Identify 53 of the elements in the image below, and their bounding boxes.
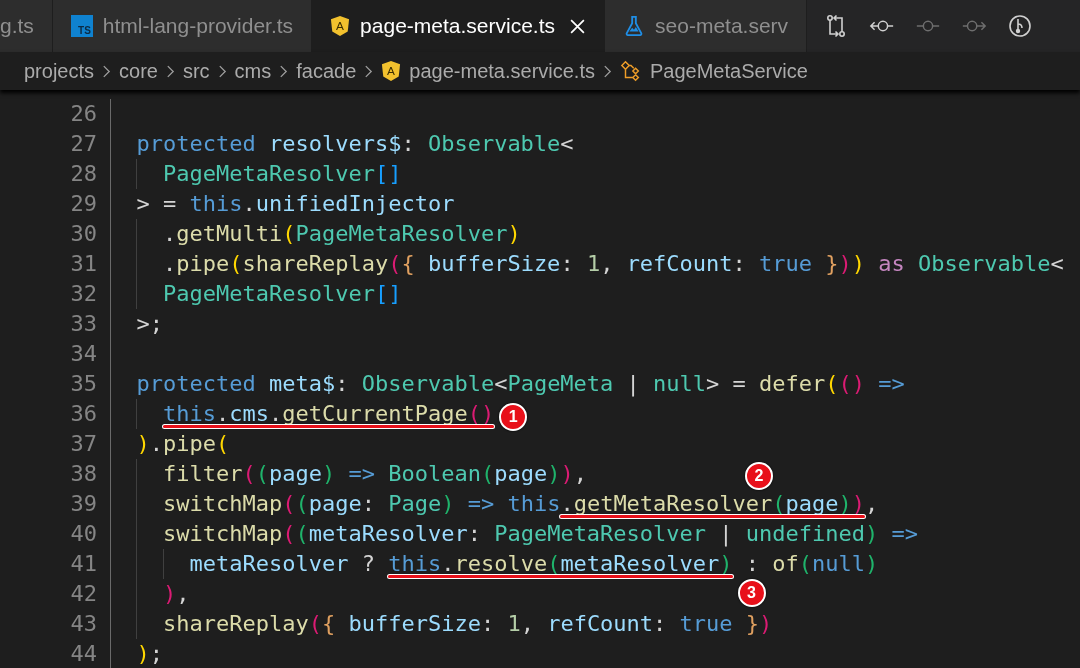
code-line: > = this.unifiedInjector (136, 192, 455, 215)
shield-file-icon: A (381, 60, 402, 82)
breadcrumb-item[interactable]: page-meta.service.ts (409, 59, 595, 83)
code-line: .getMulti(PageMetaResolver) (163, 222, 521, 245)
line-number: 30 (69, 220, 97, 248)
line-number: 38 (69, 460, 97, 488)
line-number: 32 (69, 280, 97, 308)
breadcrumb-item[interactable]: facade (296, 59, 357, 83)
code-line: metaResolver ? this.resolve(metaResolver) : of(null) (189, 552, 879, 575)
line-number: 36 (69, 400, 97, 428)
line-number: 44 (69, 640, 97, 668)
number-badge: 1 (499, 403, 528, 431)
code-line: ).pipe( (136, 432, 230, 455)
code-line: shareReplay({ bufferSize: 1, refCount: true }) (163, 612, 773, 635)
breadcrumb-item[interactable]: PageMetaService (650, 59, 808, 83)
code-line: protected resolvers$: Observable< (136, 132, 574, 155)
editor-tab[interactable]: A page-meta.service.ts (312, 0, 606, 52)
ts-file-icon: TS (70, 15, 93, 37)
breadcrumb-item[interactable]: projects (24, 59, 95, 83)
code-line: >; (136, 312, 163, 335)
line-number: 26 (69, 100, 97, 128)
line-number: 42 (69, 580, 97, 608)
line-number: 41 (69, 550, 97, 578)
shield-file-icon: A (330, 15, 351, 37)
code-line: .pipe(shareReplay({ bufferSize: 1, refCount: true })) as Observable< (163, 252, 1064, 275)
line-number: 40 (69, 520, 97, 548)
line-number: 43 (69, 610, 97, 638)
line-number: 37 (69, 430, 97, 458)
line-number: 28 (69, 160, 97, 188)
code-line: this.cms.getCurrentPage() (163, 402, 495, 425)
code-line: PageMetaResolver[] (163, 282, 402, 305)
line-number: 31 (69, 250, 97, 278)
line-number: 39 (69, 490, 97, 518)
line-number: 35 (69, 370, 97, 398)
line-number: 34 (69, 340, 97, 368)
line-number: 27 (69, 130, 97, 158)
code-line: ); (136, 642, 163, 665)
number-badge: 3 (737, 579, 766, 607)
breadcrumb-item[interactable]: core (119, 59, 158, 83)
editor-tab[interactable]: g.ts (0, 0, 53, 52)
code-line: filter((page) => Boolean(page)), (163, 462, 587, 485)
breadcrumb-item[interactable]: src (182, 59, 210, 83)
code-line: PageMetaResolver[] (163, 162, 402, 185)
number-badge: 2 (745, 462, 774, 490)
line-number: 33 (69, 310, 97, 338)
line-number: 29 (69, 190, 97, 218)
editor-tab[interactable]: TS html-lang-provider.ts (52, 0, 313, 52)
breadcrumb-item[interactable]: cms (234, 59, 272, 83)
code-line: protected meta$: Observable<PageMeta | null> = defer(() => (136, 372, 905, 395)
code-line: switchMap((metaResolver: PageMetaResolver | undefined) => (163, 522, 919, 545)
code-line: switchMap((page: Page) => this.getMetaResolver(page)), (163, 492, 879, 515)
code-line: ), (163, 582, 190, 605)
editor-tab[interactable]: seo-meta.serv (605, 0, 808, 52)
